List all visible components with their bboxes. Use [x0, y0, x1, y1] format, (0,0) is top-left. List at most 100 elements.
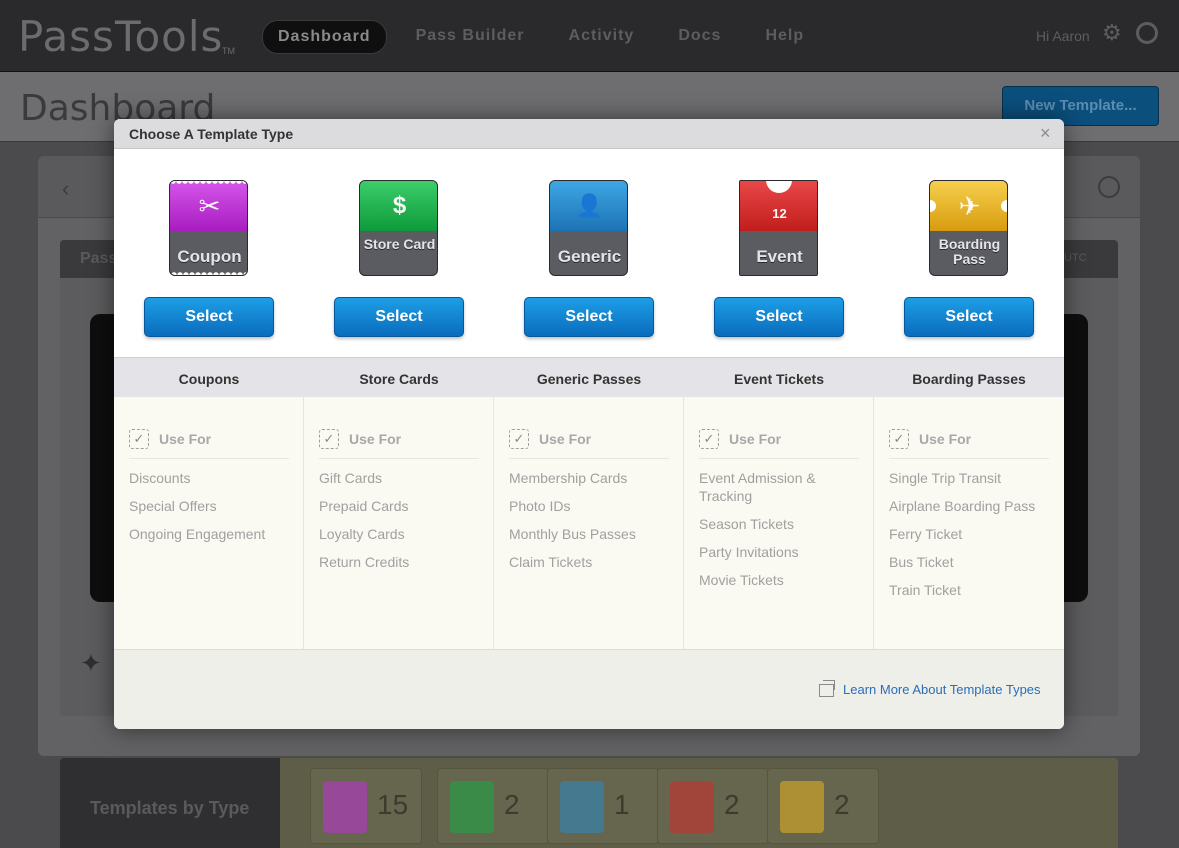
chevron-down-icon[interactable] — [1098, 176, 1120, 198]
list-item: Claim Tickets — [509, 554, 593, 570]
list-item: Return Credits — [319, 554, 410, 570]
airplane-icon: ✈ — [958, 191, 981, 221]
list-item: Event Admission & Tracking — [699, 470, 816, 504]
event-use-cases: ✓ Use For Event Admission & Tracking Sea… — [684, 397, 874, 649]
template-type-boarding-pass[interactable]: 2 — [767, 768, 879, 844]
select-boarding-pass-button[interactable]: Select — [904, 297, 1034, 337]
pass-label: Generic — [557, 247, 622, 266]
list-item: Loyalty Cards — [319, 526, 405, 542]
nav-help[interactable]: Help — [750, 20, 819, 54]
boarding-pass-use-cases: ✓ Use For Single Trip Transit Airplane B… — [874, 397, 1064, 649]
list-item: Discounts — [129, 470, 191, 486]
use-for-header: ✓ Use For — [509, 429, 669, 459]
checkmark-icon: ✓ — [889, 429, 909, 449]
use-case-list: Gift Cards Prepaid Cards Loyalty Cards R… — [319, 469, 484, 581]
scissors-icon — [323, 781, 367, 833]
use-case-list: Membership Cards Photo IDs Monthly Bus P… — [509, 469, 674, 581]
use-for-header: ✓ Use For — [889, 429, 1049, 459]
store-card-pass-icon: $ Store Card — [359, 180, 438, 276]
list-item: Airplane Boarding Pass — [889, 498, 1036, 514]
column-names-band: Coupons Store Cards Generic Passes Event… — [114, 357, 1064, 397]
template-count: 2 — [724, 789, 740, 820]
timezone-label: UTC — [1064, 252, 1087, 264]
trademark-mark: TM — [222, 46, 235, 56]
use-for-header: ✓ Use For — [319, 429, 479, 459]
template-count: 15 — [377, 789, 409, 820]
use-case-list: Single Trip Transit Airplane Boarding Pa… — [889, 469, 1054, 609]
choose-template-modal: Choose A Template Type × ✂ Coupon Select… — [114, 119, 1064, 729]
airplane-icon — [780, 781, 824, 833]
modal-title: Choose A Template Type — [129, 126, 294, 142]
checkmark-icon: ✓ — [699, 429, 719, 449]
person-icon: 👤 — [575, 193, 604, 218]
magic-wand-icon[interactable]: ✦ — [80, 648, 102, 679]
template-count: 1 — [614, 789, 630, 820]
pass-label: Boarding Pass — [938, 236, 1001, 267]
nav-pass-builder[interactable]: Pass Builder — [401, 20, 540, 54]
user-greeting[interactable]: Hi Aaron — [1036, 28, 1090, 44]
coupon-column: ✂ Coupon Select — [114, 149, 304, 357]
logout-icon[interactable] — [1136, 22, 1158, 44]
template-type-generic[interactable]: 1 — [547, 768, 659, 844]
store-card-column: $ Store Card Select — [304, 149, 494, 357]
nav-activity[interactable]: Activity — [554, 20, 650, 54]
template-count: 2 — [834, 789, 850, 820]
gear-icon[interactable]: ⚙ — [1102, 22, 1124, 44]
list-item: Prepaid Cards — [319, 498, 409, 514]
use-for-label: Use For — [729, 431, 782, 447]
template-type-coupon[interactable]: 15 — [310, 768, 422, 844]
list-item: Gift Cards — [319, 470, 383, 486]
use-case-list: Discounts Special Offers Ongoing Engagem… — [129, 469, 294, 553]
use-for-label: Use For — [919, 431, 972, 447]
event-column: 12 Event Select — [684, 149, 874, 357]
use-case-list: Event Admission & Tracking Season Ticket… — [699, 469, 839, 599]
generic-column: 👤 Generic Select — [494, 149, 684, 357]
passtools-logo[interactable]: PassTools — [18, 12, 223, 61]
checkmark-icon: ✓ — [319, 429, 339, 449]
coupon-use-cases: ✓ Use For Discounts Special Offers Ongoi… — [114, 397, 304, 649]
boarding-pass-icon: ✈ Boarding Pass — [929, 180, 1008, 276]
template-type-store-card[interactable]: 2 — [437, 768, 549, 844]
store-card-use-cases: ✓ Use For Gift Cards Prepaid Cards Loyal… — [304, 397, 494, 649]
calendar-icon: 12 — [772, 206, 787, 221]
chevron-left-icon[interactable]: ‹ — [62, 176, 69, 202]
pass-label: Event — [756, 247, 803, 266]
scissors-icon: ✂ — [198, 191, 221, 221]
event-pass-icon: 12 Event — [739, 180, 818, 276]
use-for-header: ✓ Use For — [699, 429, 859, 459]
column-name-boarding-passes: Boarding Passes — [912, 371, 1026, 387]
list-item: Bus Ticket — [889, 554, 954, 570]
modal-header: Choose A Template Type × — [114, 119, 1064, 149]
checkmark-icon: ✓ — [509, 429, 529, 449]
dollar-icon — [450, 781, 494, 833]
dollar-icon: $ — [392, 192, 407, 219]
external-link-icon[interactable] — [819, 680, 835, 697]
select-store-card-button[interactable]: Select — [334, 297, 464, 337]
templates-by-type-label: Templates by Type — [90, 798, 250, 818]
generic-use-cases: ✓ Use For Membership Cards Photo IDs Mon… — [494, 397, 684, 649]
coupon-pass-icon: ✂ Coupon — [169, 180, 248, 276]
column-name-generic-passes: Generic Passes — [536, 371, 642, 387]
template-type-event[interactable]: 2 — [657, 768, 769, 844]
use-for-label: Use For — [349, 431, 402, 447]
calendar-icon — [670, 781, 714, 833]
checkmark-icon: ✓ — [129, 429, 149, 449]
learn-more-link[interactable]: Learn More About Template Types — [843, 682, 1041, 697]
nav-dashboard[interactable]: Dashboard — [262, 20, 387, 54]
nav-docs[interactable]: Docs — [663, 20, 736, 54]
column-name-event-tickets: Event Tickets — [733, 371, 824, 387]
list-item: Movie Tickets — [699, 572, 784, 588]
list-item: Monthly Bus Passes — [509, 526, 636, 542]
select-event-button[interactable]: Select — [714, 297, 844, 337]
modal-footer: Learn More About Template Types — [114, 649, 1064, 729]
main-nav: Dashboard Pass Builder Activity Docs Hel… — [262, 20, 819, 54]
select-generic-button[interactable]: Select — [524, 297, 654, 337]
generic-pass-icon: 👤 Generic — [549, 180, 628, 276]
person-icon — [560, 781, 604, 833]
top-bar: PassTools TM Dashboard Pass Builder Acti… — [0, 0, 1179, 72]
list-item: Season Tickets — [699, 516, 794, 532]
list-item: Membership Cards — [509, 470, 628, 486]
close-icon[interactable]: × — [1040, 123, 1051, 144]
boarding-pass-column: ✈ Boarding Pass Select — [874, 149, 1064, 357]
select-coupon-button[interactable]: Select — [144, 297, 274, 337]
